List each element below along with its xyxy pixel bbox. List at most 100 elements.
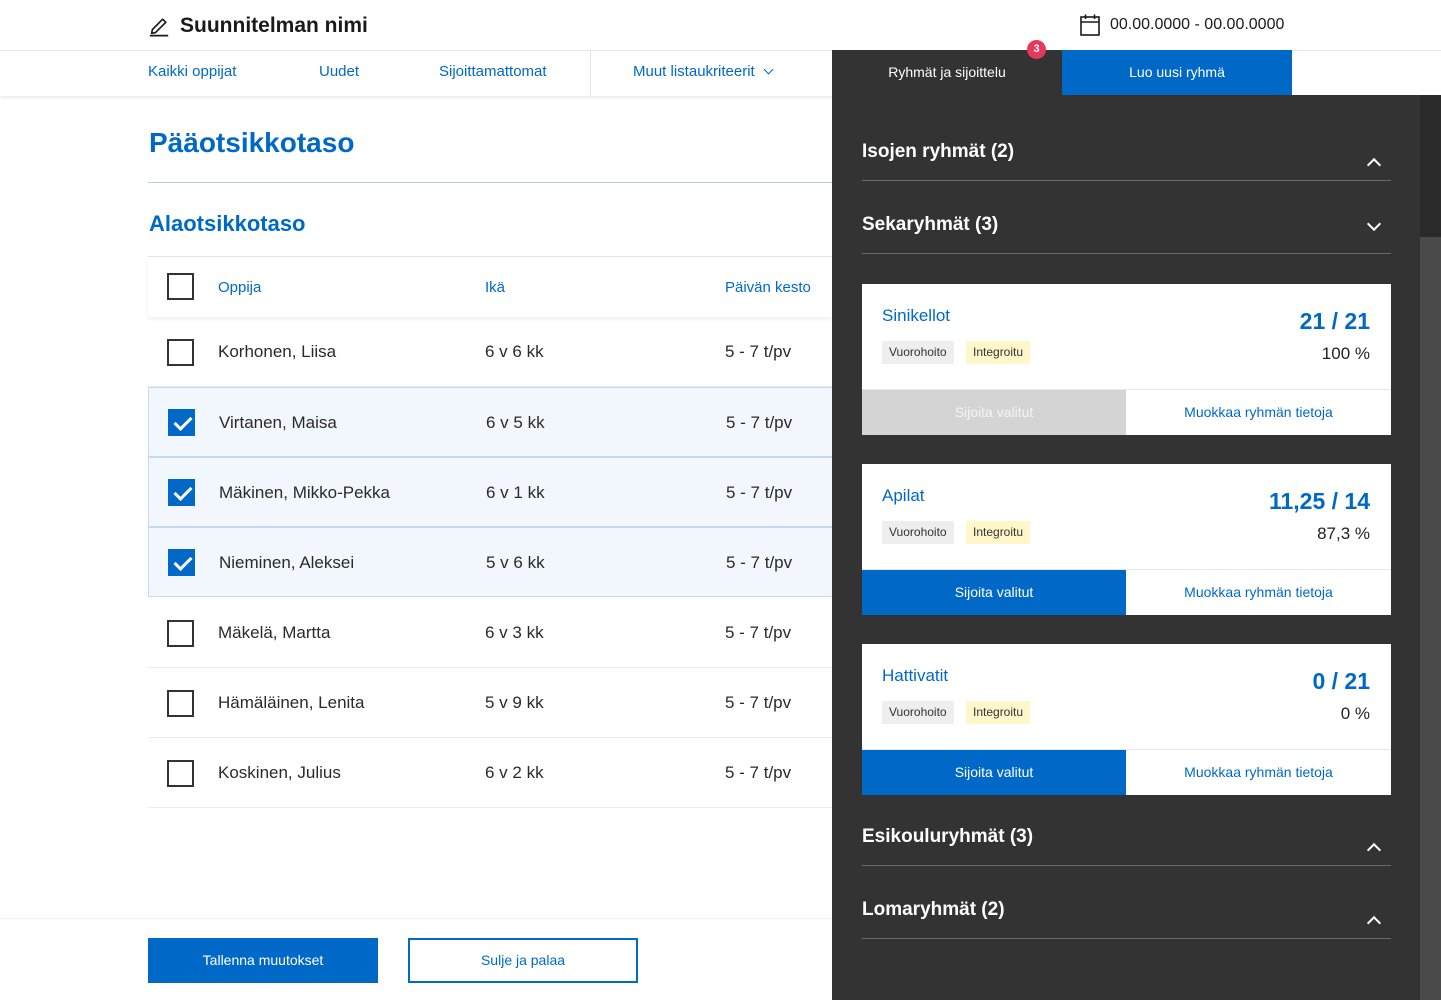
learner-duration: 5 - 7 t/pv — [726, 413, 793, 432]
nav-new[interactable]: Uudet — [319, 51, 359, 96]
plan-title[interactable]: Suunnitelman nimi — [148, 14, 368, 38]
edit-group-button[interactable]: Muokkaa ryhmän tietoja — [1126, 750, 1391, 795]
nav-unplaced[interactable]: Sijoittamattomat — [439, 51, 547, 96]
table-header: Oppija Ikä Päivän kesto — [148, 257, 832, 317]
place-selected-button[interactable]: Sijoita valitut — [862, 570, 1126, 615]
save-changes-button[interactable]: Tallenna muutokset — [148, 938, 378, 983]
learner-name: Koskinen, Julius — [218, 763, 341, 782]
section-title: Alaotsikkotaso — [149, 211, 306, 236]
learner-age: 6 v 2 kk — [485, 763, 544, 782]
group-capacity: 11,25 / 14 — [1268, 488, 1370, 514]
row-checkbox[interactable] — [167, 760, 194, 787]
page-title: Pääotsikkotaso — [149, 127, 355, 158]
scrollbar-thumb[interactable] — [1420, 237, 1441, 1000]
group-name[interactable]: Apilat — [882, 486, 925, 506]
nav-other-criteria[interactable]: Muut listaukriteerit — [633, 51, 774, 96]
pencil-icon[interactable] — [148, 15, 170, 37]
column-age[interactable]: Ikä — [485, 279, 505, 296]
table-row[interactable]: Mäkelä, Martta 6 v 3 kk 5 - 7 t/pv — [148, 598, 832, 668]
notification-badge: 3 — [1027, 40, 1046, 59]
tag-integrated: Integroitu — [966, 701, 1031, 724]
learner-age: 5 v 6 kk — [486, 553, 545, 572]
row-checkbox[interactable] — [167, 620, 194, 647]
section-title: Isojen ryhmät (2) — [862, 141, 1015, 162]
section-large-groups[interactable]: Isojen ryhmät (2) — [862, 108, 1391, 181]
nav-divider — [590, 51, 591, 96]
learner-duration: 5 - 7 t/pv — [725, 342, 792, 361]
section-mixed-groups[interactable]: Sekaryhmät (3) — [862, 181, 1391, 254]
group-fill-percent: 0 % — [1340, 704, 1370, 723]
group-name[interactable]: Sinikellot — [882, 306, 950, 326]
row-checkbox[interactable] — [167, 690, 194, 717]
tag-shift-care: Vuorohoito — [882, 701, 954, 724]
learner-name: Virtanen, Maisa — [219, 413, 337, 432]
group-capacity: 0 / 21 — [1312, 668, 1370, 694]
section-holiday-groups[interactable]: Lomaryhmät (2) — [862, 866, 1391, 939]
section-title: Lomaryhmät (2) — [862, 899, 1005, 920]
row-checkbox[interactable] — [168, 409, 195, 436]
learner-duration: 5 - 7 t/pv — [726, 483, 793, 502]
tab-groups-placement[interactable]: Ryhmät ja sijoittelu — [832, 50, 1062, 95]
card-actions: Sijoita valitut Muokkaa ryhmän tietoja — [862, 569, 1391, 615]
section-title: Esikouluryhmät (3) — [862, 826, 1034, 847]
chevron-up-icon — [1366, 842, 1382, 858]
top-header: Suunnitelman nimi 00.00.0000 - 00.00.000… — [0, 0, 1441, 50]
nav-all-learners[interactable]: Kaikki oppijat — [148, 51, 236, 96]
divider — [148, 182, 832, 183]
date-range-text: 00.00.0000 - 00.00.0000 — [1110, 16, 1285, 33]
group-fill-percent: 87,3 % — [1317, 524, 1370, 543]
chevron-down-icon — [763, 64, 774, 75]
group-fill-percent: 100 % — [1321, 344, 1370, 363]
chevron-up-icon — [1366, 157, 1382, 173]
tag-shift-care: Vuorohoito — [882, 341, 954, 364]
section-preschool-groups[interactable]: Esikouluryhmät (3) — [862, 793, 1391, 866]
tag-integrated: Integroitu — [966, 341, 1031, 364]
learner-age: 5 v 9 kk — [485, 693, 544, 712]
column-duration[interactable]: Päivän kesto — [725, 279, 811, 296]
column-learner[interactable]: Oppija — [218, 279, 261, 296]
learner-name: Hämäläinen, Lenita — [218, 693, 365, 712]
nav-other-criteria-label: Muut listaukriteerit — [633, 63, 755, 80]
select-all-checkbox[interactable] — [167, 273, 194, 300]
learner-duration: 5 - 7 t/pv — [725, 763, 792, 782]
learner-duration: 5 - 7 t/pv — [725, 693, 792, 712]
learner-duration: 5 - 7 t/pv — [725, 623, 792, 642]
edit-group-button[interactable]: Muokkaa ryhmän tietoja — [1126, 390, 1391, 435]
table-row[interactable]: Virtanen, Maisa 6 v 5 kk 5 - 7 t/pv — [148, 387, 832, 457]
card-actions: Sijoita valitut Muokkaa ryhmän tietoja — [862, 389, 1391, 435]
group-card: Apilat 11,25 / 14 87,3 % Vuorohoito Integroi… — [862, 464, 1391, 615]
group-capacity: 21 / 21 — [1299, 308, 1370, 334]
chevron-down-icon — [1366, 216, 1382, 232]
date-range[interactable]: 00.00.0000 - 00.00.0000 — [1080, 14, 1284, 36]
chevron-up-icon — [1366, 915, 1382, 931]
table-row[interactable]: Koskinen, Julius 6 v 2 kk 5 - 7 t/pv — [148, 738, 832, 808]
tag-shift-care: Vuorohoito — [882, 521, 954, 544]
table-row[interactable]: Mäkinen, Mikko-Pekka 6 v 1 kk 5 - 7 t/pv — [148, 457, 832, 527]
learner-duration: 5 - 7 t/pv — [726, 553, 793, 572]
learner-age: 6 v 3 kk — [485, 623, 544, 642]
learner-name: Nieminen, Aleksei — [219, 553, 355, 572]
table-row[interactable]: Hämäläinen, Lenita 5 v 9 kk 5 - 7 t/pv — [148, 668, 832, 738]
row-checkbox[interactable] — [168, 479, 195, 506]
edit-group-button[interactable]: Muokkaa ryhmän tietoja — [1126, 570, 1391, 615]
place-selected-button: Sijoita valitut — [862, 390, 1126, 435]
create-group-button[interactable]: Luo uusi ryhmä — [1062, 50, 1292, 95]
group-name[interactable]: Hattivatit — [882, 666, 948, 686]
table-row[interactable]: Nieminen, Aleksei 5 v 6 kk 5 - 7 t/pv — [148, 527, 832, 597]
learner-age: 6 v 5 kk — [486, 413, 545, 432]
place-selected-button[interactable]: Sijoita valitut — [862, 750, 1126, 795]
section-title: Sekaryhmät (3) — [862, 214, 999, 235]
table-row[interactable]: Korhonen, Liisa 6 v 6 kk 5 - 7 t/pv — [148, 317, 832, 387]
tag-integrated: Integroitu — [966, 521, 1031, 544]
learner-age: 6 v 6 kk — [485, 342, 544, 361]
calendar-icon — [1080, 14, 1100, 36]
learner-name: Mäkinen, Mikko-Pekka — [219, 483, 391, 502]
row-checkbox[interactable] — [167, 339, 194, 366]
group-card: Sinikellot 21 / 21 100 % Vuorohoito Integroi… — [862, 284, 1391, 435]
close-return-button[interactable]: Sulje ja palaa — [408, 938, 638, 983]
row-checkbox[interactable] — [168, 549, 195, 576]
learner-name: Korhonen, Liisa — [218, 342, 337, 361]
plan-name: Suunnitelman nimi — [180, 14, 368, 37]
learner-name: Mäkelä, Martta — [218, 623, 331, 642]
group-card: Hattivatit 0 / 21 0 % Vuorohoito Integroitu S… — [862, 644, 1391, 795]
